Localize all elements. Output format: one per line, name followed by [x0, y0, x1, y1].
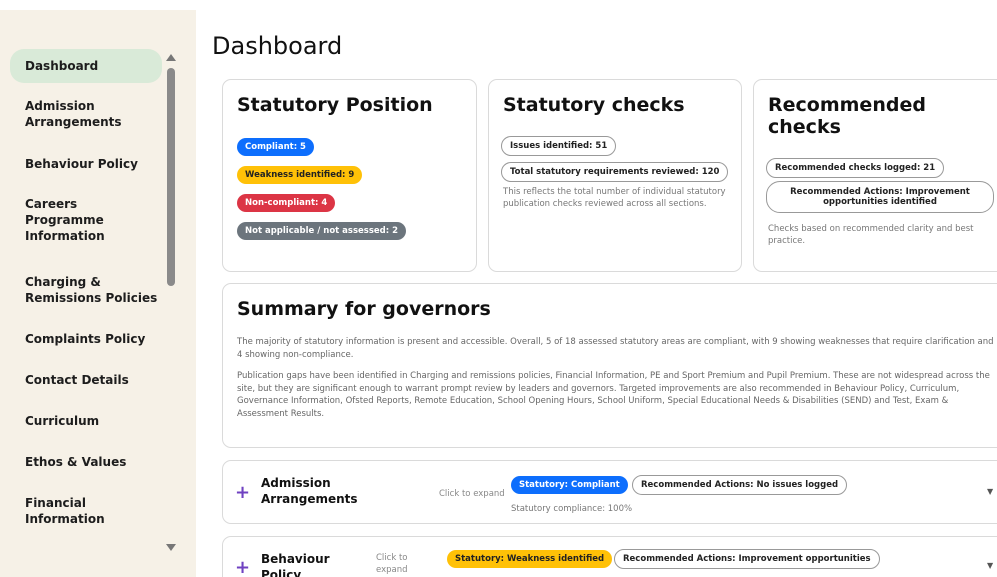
summary-title: Summary for governors: [237, 298, 491, 320]
chevron-down-icon[interactable]: ▼: [987, 487, 993, 496]
plus-icon[interactable]: +: [235, 484, 250, 502]
summary-card: Summary for governors The majority of st…: [222, 283, 997, 448]
compliant-badge: Compliant: 5: [237, 138, 314, 156]
sidebar-item-curriculum[interactable]: Curriculum: [10, 413, 162, 429]
sidebar: Dashboard Admission Arrangements Behavio…: [0, 10, 196, 577]
plus-icon[interactable]: +: [235, 559, 250, 577]
sidebar-item-financial-information[interactable]: Financial Information: [10, 495, 120, 527]
statutory-position-title: Statutory Position: [237, 94, 433, 116]
recommended-status-badge: Recommended Actions: Improvement opportu…: [614, 549, 880, 569]
summary-paragraph-2: Publication gaps have been identified in…: [237, 371, 990, 419]
sidebar-item-contact-details[interactable]: Contact Details: [10, 372, 162, 388]
page-title: Dashboard: [212, 32, 343, 60]
sidebar-scrollbar[interactable]: [166, 50, 176, 551]
click-to-expand-label[interactable]: Click to expand: [439, 488, 505, 500]
section-title: Behaviour Policy: [261, 552, 330, 577]
sidebar-item-complaints-policy[interactable]: Complaints Policy: [10, 331, 162, 347]
sidebar-item-dashboard[interactable]: Dashboard: [10, 49, 162, 83]
recommended-checks-card: Recommended checks Recommended checks lo…: [753, 79, 997, 272]
non-compliant-badge: Non-compliant: 4: [237, 194, 336, 212]
statutory-compliance-text: Statutory compliance: 100%: [511, 504, 633, 514]
statutory-checks-card: Statutory checks Issues identified: 51 T…: [488, 79, 742, 272]
not-applicable-badge: Not applicable / not assessed: 2: [237, 222, 407, 240]
recommended-logged-badge: Recommended checks logged: 21: [766, 158, 945, 178]
sidebar-item-charging-remissions[interactable]: Charging & Remissions Policies: [10, 274, 162, 306]
sidebar-item-behaviour-policy[interactable]: Behaviour Policy: [10, 156, 162, 172]
statutory-checks-title: Statutory checks: [503, 94, 685, 116]
statutory-status-badge: Statutory: Weakness identified: [447, 550, 613, 568]
summary-paragraph-1: The majority of statutory information is…: [237, 337, 994, 360]
recommended-actions-badge: Recommended Actions: Improvement opportu…: [766, 181, 994, 213]
issues-identified-badge: Issues identified: 51: [501, 136, 617, 156]
click-to-expand-label[interactable]: Click to expand: [376, 552, 416, 576]
scrollbar-thumb[interactable]: [167, 68, 175, 286]
sidebar-item-ethos-values[interactable]: Ethos & Values: [10, 454, 162, 470]
recommended-status-badge: Recommended Actions: No issues logged: [632, 475, 848, 495]
sidebar-item-admission-arrangements[interactable]: Admission Arrangements: [10, 98, 162, 130]
statutory-position-card: Statutory Position Compliant: 5 Weakness…: [222, 79, 477, 272]
section-row-behaviour-policy[interactable]: + Behaviour Policy Click to expand Statu…: [222, 536, 997, 577]
total-reviewed-badge: Total statutory requirements reviewed: 1…: [501, 162, 729, 182]
section-row-admission-arrangements[interactable]: + Admission Arrangements Click to expand…: [222, 460, 997, 524]
weakness-badge: Weakness identified: 9: [237, 166, 363, 184]
recommended-checks-note: Checks based on recommended clarity and …: [768, 224, 974, 246]
scroll-up-arrow-icon[interactable]: [166, 54, 176, 61]
statutory-checks-note: This reflects the total number of indivi…: [503, 187, 726, 209]
section-title: Admission Arrangements: [261, 476, 358, 506]
statutory-status-badge: Statutory: Compliant: [511, 476, 628, 494]
recommended-checks-title: Recommended checks: [768, 94, 926, 138]
chevron-down-icon[interactable]: ▼: [987, 561, 993, 570]
sidebar-item-careers-programme-information[interactable]: Careers Programme Information: [10, 196, 120, 244]
scroll-down-arrow-icon[interactable]: [166, 544, 176, 551]
